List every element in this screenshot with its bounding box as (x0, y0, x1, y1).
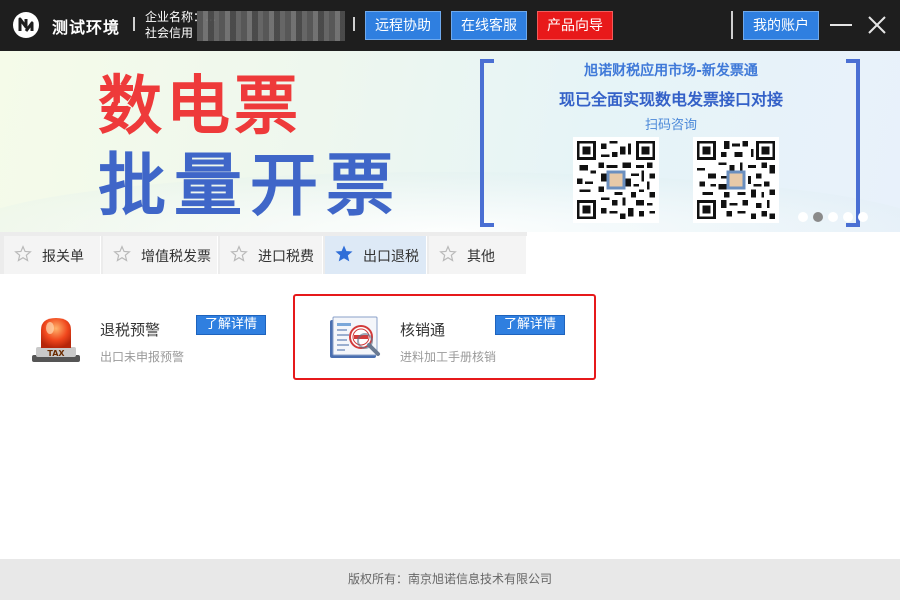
online-service-button[interactable]: 在线客服 (451, 11, 527, 40)
star-filled-icon (335, 245, 353, 262)
footer: 版权所有：南京旭诺信息技术有限公司 (0, 559, 900, 600)
my-account-button[interactable]: 我的账户 (743, 11, 819, 40)
tab-label: 报关单 (42, 249, 84, 265)
star-outline-icon (230, 245, 248, 262)
carousel-dot[interactable] (798, 212, 808, 222)
close-icon[interactable] (866, 11, 888, 39)
tab-label: 出口退税 (363, 249, 419, 265)
learn-more-button[interactable]: 了解详情 (196, 315, 266, 335)
tab-vat-invoice[interactable]: 增值税发票 (103, 236, 218, 274)
product-description: 出口未申报预警 (100, 350, 185, 364)
tab-import-tax[interactable]: 进口税费 (220, 236, 323, 274)
carousel-indicator (798, 211, 868, 223)
carousel-dot-active[interactable] (813, 212, 823, 222)
tab-label: 其他 (467, 249, 495, 265)
title-divider (731, 11, 733, 39)
carousel-dot[interactable] (858, 212, 868, 222)
product-title: 退税预警 (100, 321, 161, 339)
product-card-verification[interactable]: 核销通 进料加工手册核销 了解详情 (298, 274, 594, 374)
product-guide-button[interactable]: 产品向导 (537, 11, 613, 40)
promo-banner[interactable]: 数电票 批量开票 旭诺财税应用市场-新发票通 现已全面实现数电发票接口对接 扫码… (0, 51, 900, 232)
banner-market-title: 旭诺财税应用市场-新发票通 (584, 63, 758, 79)
qr-code-icon (573, 137, 659, 223)
title-bar: 测试环境 企业名称：... 社会信用 远程协助 在线客服 产品向导 我的账户 (0, 0, 900, 51)
remote-assist-button[interactable]: 远程协助 (365, 11, 441, 40)
tab-label: 增值税发票 (141, 249, 211, 265)
carousel-dot[interactable] (843, 212, 853, 222)
app-title: 测试环境 (52, 18, 121, 37)
tax-badge-text: TAX (47, 349, 65, 358)
redacted-company-info (197, 11, 345, 41)
product-description: 进料加工手册核销 (400, 350, 497, 364)
tab-customs-declaration[interactable]: 报关单 (4, 236, 101, 274)
title-divider (133, 17, 135, 31)
star-outline-icon (113, 245, 131, 262)
verification-document-icon (330, 316, 380, 358)
tab-label: 进口税费 (258, 249, 314, 265)
banner-headline-1: 数电票 (98, 70, 302, 144)
minimize-icon[interactable] (830, 24, 852, 26)
copyright-text: 版权所有：南京旭诺信息技术有限公司 (347, 572, 552, 586)
app-logo-icon (13, 12, 39, 38)
carousel-dot[interactable] (828, 212, 838, 222)
banner-headline-2: 批量开票 (98, 147, 403, 226)
category-tabs: 报关单 增值税发票 进口税费 出口退税 其他 (0, 232, 900, 274)
qr-code-icon (693, 137, 779, 223)
product-title: 核销通 (400, 321, 446, 339)
banner-market-subtitle: 现已全面实现数电发票接口对接 (558, 90, 783, 109)
banner-scan-caption: 扫码咨询 (644, 118, 697, 133)
tab-export-rebate[interactable]: 出口退税 (325, 236, 427, 274)
banner-bracket-right (846, 59, 860, 227)
star-outline-icon (14, 245, 32, 262)
tax-alarm-light-icon: TAX (32, 318, 80, 362)
star-outline-icon (439, 245, 457, 262)
banner-bracket-left (480, 59, 494, 227)
learn-more-button[interactable]: 了解详情 (495, 315, 565, 335)
company-info: 企业名称：... 社会信用 (145, 9, 345, 43)
product-card-rebate-alert[interactable]: TAX 退税预警 出口未申报预警 了解详情 (0, 274, 290, 374)
tab-other[interactable]: 其他 (429, 236, 527, 274)
title-divider (353, 17, 355, 31)
